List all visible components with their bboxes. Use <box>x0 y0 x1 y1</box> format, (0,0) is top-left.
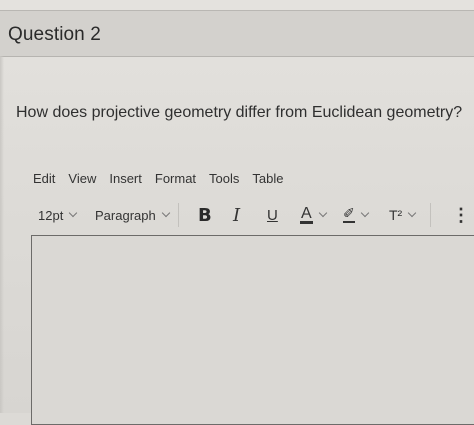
menu-insert[interactable]: Insert <box>109 171 142 189</box>
left-edge-shadow <box>0 56 4 413</box>
menu-table[interactable]: Table <box>252 171 283 189</box>
block-format-select[interactable]: Paragraph <box>95 203 170 227</box>
font-size-select[interactable]: 12pt <box>38 203 78 227</box>
superscript-icon: T² <box>389 207 403 223</box>
chevron-down-icon <box>407 208 417 218</box>
text-color-icon: A <box>300 205 313 224</box>
font-size-value: 12pt <box>38 207 64 223</box>
bold-button[interactable]: B <box>198 203 212 227</box>
superscript-button[interactable]: T² <box>389 203 417 227</box>
editor-toolbar: 12pt Paragraph B I U A ✐ T² ⋮ <box>38 203 474 227</box>
question-title: Question 2 <box>8 24 101 45</box>
menu-format[interactable]: Format <box>155 171 196 189</box>
editor-menubar: Edit View Insert Format Tools Table <box>33 171 296 189</box>
highlight-color-button[interactable]: ✐ <box>343 203 369 227</box>
block-format-value: Paragraph <box>95 207 156 223</box>
highlighter-icon: ✐ <box>343 206 355 223</box>
chevron-down-icon <box>69 208 78 218</box>
underline-icon: U <box>267 206 278 224</box>
more-options-button[interactable]: ⋮ <box>452 203 470 227</box>
quiz-page: Question 2 How does projective geometry … <box>0 0 474 425</box>
italic-icon: I <box>233 204 241 226</box>
question-header: Question 2 <box>0 11 474 57</box>
italic-button[interactable]: I <box>233 203 240 227</box>
underline-button[interactable]: U <box>267 203 278 227</box>
kebab-menu-icon: ⋮ <box>452 204 470 225</box>
toolbar-separator <box>178 203 179 227</box>
answer-editor-area[interactable] <box>31 235 474 425</box>
menu-edit[interactable]: Edit <box>33 171 55 189</box>
menu-tools[interactable]: Tools <box>209 171 239 189</box>
toolbar-separator <box>430 203 431 227</box>
chevron-down-icon <box>360 208 369 218</box>
menu-view[interactable]: View <box>68 171 96 189</box>
question-prompt: How does projective geometry differ from… <box>16 104 463 121</box>
text-color-button[interactable]: A <box>300 203 327 227</box>
chevron-down-icon <box>161 208 170 218</box>
bold-icon: B <box>198 204 212 226</box>
chevron-down-icon <box>318 208 327 218</box>
